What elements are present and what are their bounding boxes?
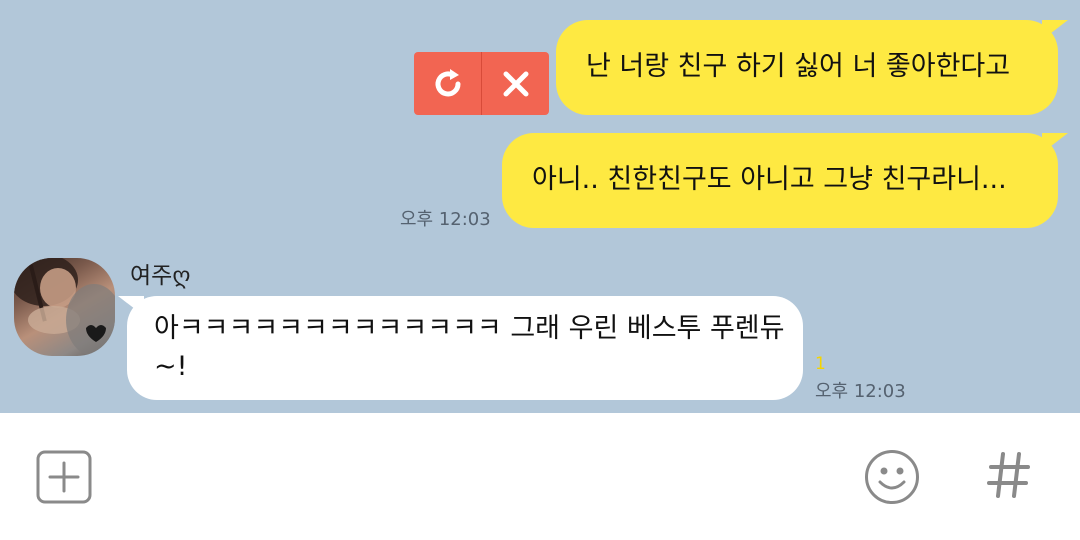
message-time: 오후 12:03 [815, 381, 906, 402]
avatar[interactable] [14, 258, 115, 356]
chat-area: 난 너랑 친구 하기 싫어 너 좋아한다고 아니.. 친한친구도 아니고 그냥 … [0, 0, 1080, 413]
message-text: 아ㅋㅋㅋㅋㅋㅋㅋㅋㅋㅋㅋㅋㅋ 그래 우린 베스투 푸렌듀~! [154, 313, 785, 382]
message-text: 아니.. 친한친구도 아니고 그냥 친구라니... [532, 164, 1007, 195]
message-bubble-sent[interactable]: 난 너랑 친구 하기 싫어 너 좋아한다고 [556, 20, 1068, 115]
bubble-tail [118, 296, 144, 316]
bubble-tail [1042, 20, 1068, 40]
unread-count: 1 [815, 354, 826, 374]
profile-photo [14, 258, 115, 356]
close-icon [503, 71, 528, 96]
smiley-icon [865, 450, 919, 504]
hash-icon [987, 452, 1030, 498]
failed-send-actions [414, 52, 549, 115]
bubble-tail [1042, 133, 1068, 153]
plus-icon [36, 450, 92, 504]
cancel-send-button[interactable] [482, 52, 549, 115]
refresh-icon [435, 68, 460, 96]
sender-name: 여주ღ [130, 263, 191, 289]
attach-button[interactable] [36, 450, 92, 504]
message-time: 오후 12:03 [400, 209, 491, 230]
message-bubble-received[interactable]: 아ㅋㅋㅋㅋㅋㅋㅋㅋㅋㅋㅋㅋㅋ 그래 우린 베스투 푸렌듀~! [118, 296, 803, 400]
hashtag-search-button[interactable] [986, 446, 1032, 504]
emoji-button[interactable] [864, 449, 920, 505]
message-bubble-sent[interactable]: 아니.. 친한친구도 아니고 그냥 친구라니... [502, 133, 1068, 228]
message-text: 난 너랑 친구 하기 싫어 너 좋아한다고 [586, 51, 1011, 82]
resend-button[interactable] [414, 52, 481, 115]
